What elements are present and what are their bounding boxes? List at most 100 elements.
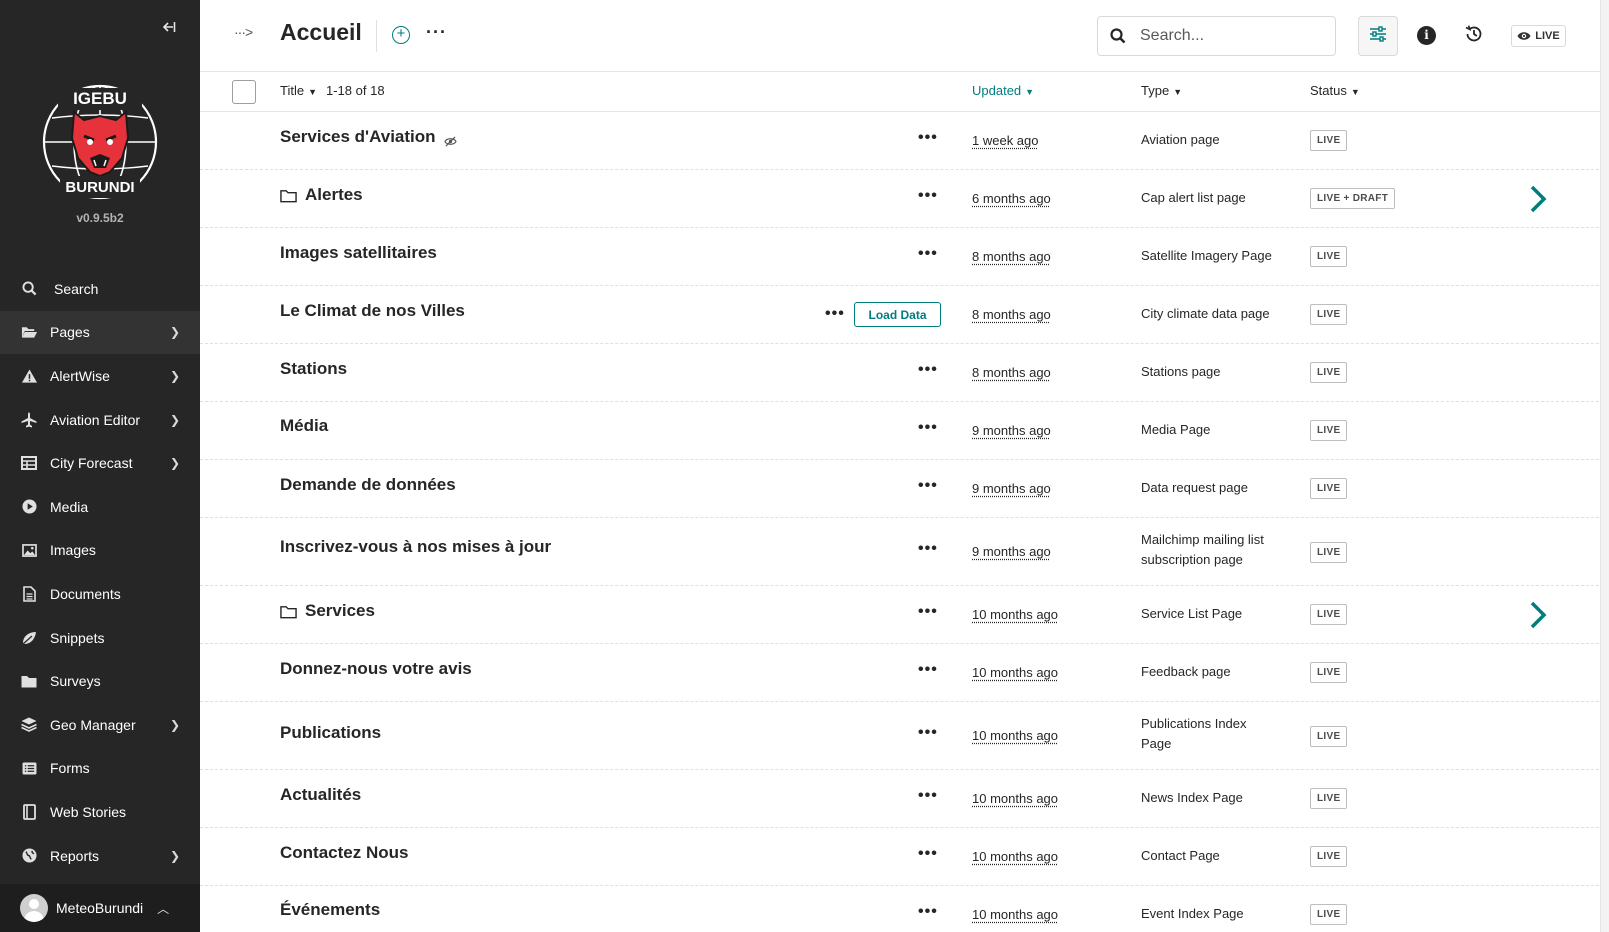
sort-by-status[interactable]: Status ▼ [1310,83,1360,98]
more-actions-icon[interactable]: ··· [426,22,447,43]
sidebar-item-label: Web Stories [50,803,126,820]
table-row[interactable]: Images satellitaires ••• 8 months ago Sa… [200,228,1609,286]
add-child-page-icon[interactable]: + [392,26,410,44]
row-more-actions-icon[interactable]: ••• [918,361,938,379]
sidebar-item-forms[interactable]: Forms [0,747,200,791]
row-updated: 9 months ago [972,544,1051,559]
sidebar-item-search[interactable]: Search [0,267,200,311]
row-more-actions-icon[interactable]: ••• [918,661,938,679]
sidebar-item-geo-manager[interactable]: Geo Manager ❯ [0,703,200,747]
explore-child-pages-icon[interactable] [1528,184,1548,214]
status-badge: LIVE [1310,478,1348,499]
row-more-actions-icon[interactable]: ••• [918,903,938,921]
page-title-link[interactable]: Média [280,416,328,436]
table-row[interactable]: Services d'Aviation ••• 1 week ago Aviat… [200,112,1609,170]
table-row[interactable]: Publications ••• 10 months ago Publicati… [200,702,1609,770]
table-row[interactable]: Contactez Nous ••• 10 months ago Contact… [200,828,1609,886]
status-badge: LIVE [1310,604,1348,625]
load-data-button[interactable]: Load Data [854,302,941,327]
eye-slash-icon [443,132,457,147]
row-more-actions-icon[interactable]: ••• [918,603,938,621]
sidebar-item-documents[interactable]: Documents [0,572,200,616]
page-title-link[interactable]: Services d'Aviation [280,127,457,147]
page-title-link[interactable]: Donnez-nous votre avis [280,659,472,679]
row-more-actions-icon[interactable]: ••• [918,129,938,147]
row-more-actions-icon[interactable]: ••• [918,540,938,558]
page-title-link[interactable]: Inscrivez-vous à nos mises à jour [280,537,551,557]
page-title-link[interactable]: Demande de données [280,475,456,495]
filter-button[interactable] [1358,16,1398,56]
sidebar-item-media[interactable]: Media [0,485,200,529]
status-badge: LIVE [1310,304,1348,325]
table-row[interactable]: Alertes ••• 6 months ago Cap alert list … [200,170,1609,228]
page-title-link[interactable]: Contactez Nous [280,843,408,863]
row-more-actions-icon[interactable]: ••• [918,724,938,742]
table-row[interactable]: Inscrivez-vous à nos mises à jour ••• 9 … [200,518,1609,586]
sidebar-item-pages[interactable]: Pages ❯ [0,310,200,355]
page-title-link[interactable]: Publications [280,723,381,743]
page-scrollbar[interactable] [1600,0,1609,932]
sidebar-item-city-forecast[interactable]: City Forecast ❯ [0,441,200,485]
sort-by-title[interactable]: Title ▼ [280,83,317,98]
table-row[interactable]: Services ••• 10 months ago Service List … [200,586,1609,644]
row-type: Data request page [1141,480,1248,495]
sidebar-item-aviation-editor[interactable]: Aviation Editor ❯ [0,398,200,442]
row-type: Service List Page [1141,606,1243,621]
sidebar-item-snippets[interactable]: Snippets [0,616,200,660]
info-icon[interactable]: i [1417,26,1436,45]
sort-by-type[interactable]: Type ▼ [1141,83,1182,98]
sidebar-item-alertwise[interactable]: AlertWise ❯ [0,354,200,398]
search-input[interactable] [1140,27,1310,45]
sidebar-item-web-stories[interactable]: Web Stories [0,790,200,834]
row-more-actions-icon[interactable]: ••• [918,187,938,205]
table-row[interactable]: Le Climat de nos Villes ••• Load Data 8 … [200,286,1609,344]
expand-breadcrumb-icon[interactable]: ···> [234,24,253,40]
status-badge: LIVE [1310,788,1348,809]
brand-logo[interactable]: IGEBU BURUNDI [40,82,160,202]
sort-by-updated[interactable]: Updated ▼ [972,83,1034,98]
page-title-link[interactable]: Événements [280,900,380,920]
table-row[interactable]: Actualités ••• 10 months ago News Index … [200,770,1609,828]
folder-icon [20,672,38,690]
chevron-right-icon: ❯ [170,456,181,471]
table-row[interactable]: Événements ••• 10 months ago Event Index… [200,886,1609,932]
sidebar-item-images[interactable]: Images [0,529,200,573]
row-more-actions-icon[interactable]: ••• [918,245,938,263]
sidebar-item-surveys[interactable]: Surveys [0,659,200,703]
view-live-button[interactable]: LIVE [1511,25,1566,47]
page-title-link[interactable]: Images satellitaires [280,243,437,263]
folder-open-icon [20,323,38,341]
table-row[interactable]: Média ••• 9 months ago Media Page LIVE [200,402,1609,460]
explore-child-pages-icon[interactable] [1528,600,1548,630]
table-row[interactable]: Demande de données ••• 9 months ago Data… [200,460,1609,518]
row-updated: 10 months ago [972,849,1059,864]
sidebar-item-label: Forms [50,760,90,777]
table-row[interactable]: Stations ••• 8 months ago Stations page … [200,344,1609,402]
row-more-actions-icon[interactable]: ••• [918,419,938,437]
chevron-right-icon: ❯ [170,848,181,863]
row-title-text: Services d'Aviation [280,127,436,146]
sidebar-item-reports[interactable]: Reports ❯ [0,834,200,878]
status-badge: LIVE [1310,846,1348,867]
chevron-down-icon: ▼ [1350,87,1360,97]
page-title-link[interactable]: Actualités [280,785,361,805]
collapse-sidebar-icon[interactable] [156,16,180,38]
page-title-link[interactable]: Services [280,601,375,621]
book-icon [20,803,38,821]
row-more-actions-icon[interactable]: ••• [918,845,938,863]
table-row[interactable]: Donnez-nous votre avis ••• 10 months ago… [200,644,1609,702]
select-all-checkbox[interactable] [232,80,256,104]
row-updated: 9 months ago [972,481,1051,496]
page-title-link[interactable]: Stations [280,359,347,379]
search-field[interactable] [1097,16,1336,56]
account-menu[interactable]: MeteoBurundi ︿ [0,884,200,932]
row-more-actions-icon[interactable]: ••• [918,477,938,495]
row-more-actions-icon[interactable]: ••• [825,305,845,323]
history-icon[interactable] [1464,24,1486,46]
globe-icon [20,847,38,865]
page-title-link[interactable]: Le Climat de nos Villes [280,301,465,321]
column-title-label: Title [280,83,305,98]
page-title-link[interactable]: Alertes [280,185,363,205]
row-more-actions-icon[interactable]: ••• [918,787,938,805]
sidebar: IGEBU BURUNDI v0.9.5b2 Search Pages ❯ Al… [0,0,200,932]
